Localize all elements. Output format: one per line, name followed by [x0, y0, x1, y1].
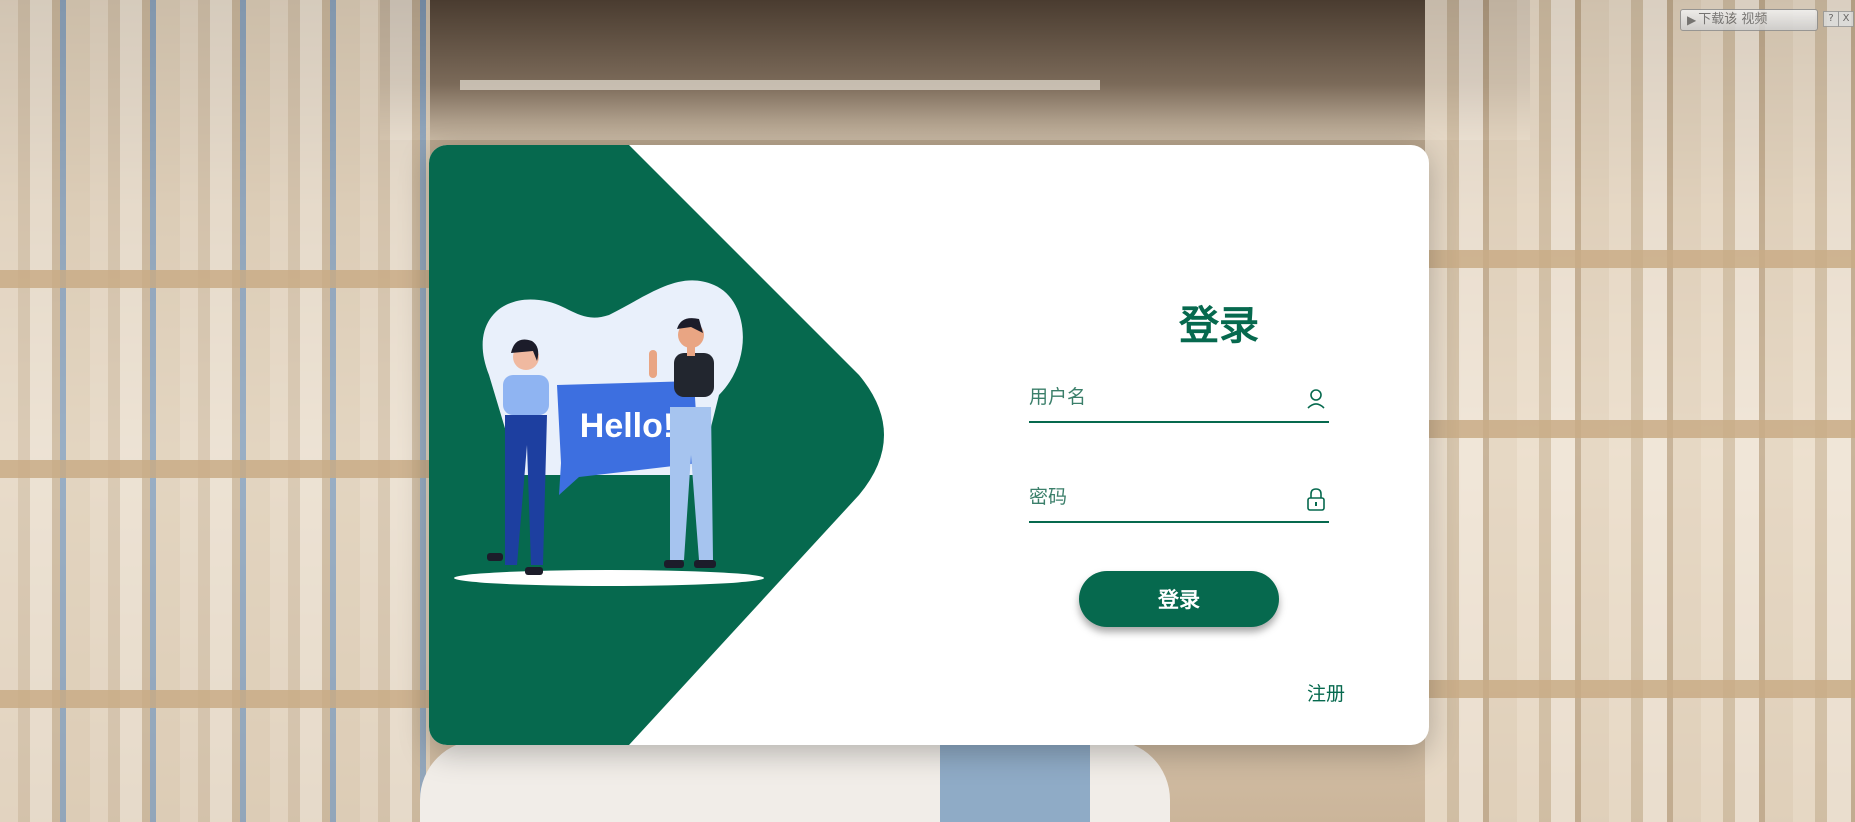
close-icon[interactable]: X	[1838, 11, 1854, 27]
background-plank	[0, 690, 430, 708]
hello-text: Hello!	[580, 407, 674, 445]
background-beam	[460, 80, 1100, 90]
password-input[interactable]	[1029, 477, 1279, 517]
password-field	[1029, 477, 1329, 523]
background-shelf-right	[1425, 0, 1855, 822]
username-field	[1029, 377, 1329, 423]
register-link[interactable]: 注册	[1307, 679, 1345, 706]
background-plank	[1425, 680, 1855, 698]
background-plank	[1425, 420, 1855, 438]
background-plank	[0, 270, 430, 288]
login-title: 登录	[1179, 303, 1259, 349]
login-card: Hello! 登录 登录 注册	[429, 145, 1429, 745]
help-icon[interactable]: ?	[1823, 11, 1839, 27]
lock-icon	[1307, 488, 1325, 511]
background-jeans	[940, 745, 1090, 822]
username-input[interactable]	[1029, 377, 1279, 417]
download-video-label: 下载该 视频	[1698, 12, 1768, 27]
download-video-button[interactable]: ▶ 下载该 视频	[1680, 9, 1818, 31]
illustration-panel: Hello!	[429, 145, 884, 745]
background-plank	[0, 460, 430, 478]
background-ceiling	[380, 0, 1530, 140]
play-icon: ▶	[1687, 13, 1697, 27]
login-submit-button[interactable]: 登录	[1079, 571, 1279, 627]
user-icon	[1307, 389, 1325, 409]
background-plank	[1425, 250, 1855, 268]
